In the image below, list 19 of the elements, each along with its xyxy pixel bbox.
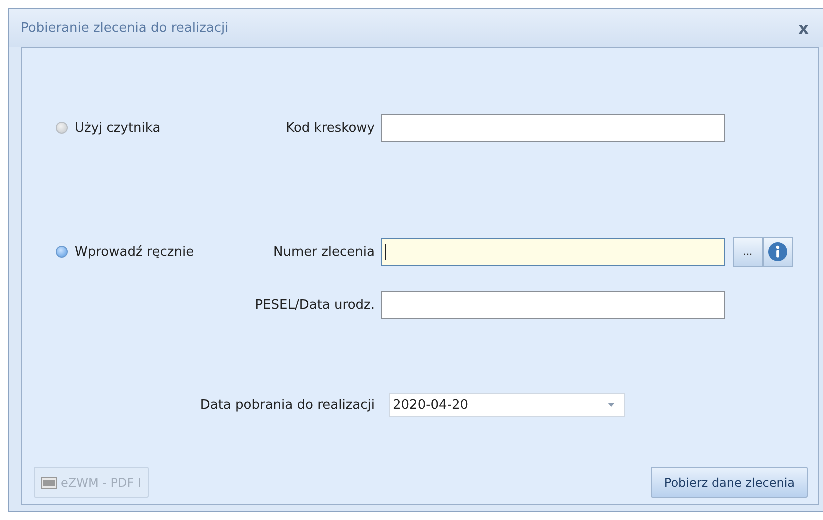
browse-button[interactable]: ... — [733, 237, 763, 267]
radio-button[interactable] — [56, 246, 68, 258]
fetch-button[interactable]: Pobierz dane zlecenia — [651, 467, 808, 498]
radio-label: Wprowadź ręcznie — [75, 244, 194, 260]
radio-button[interactable] — [56, 122, 68, 134]
field-label: Numer zlecenia — [274, 244, 375, 260]
radio-label: Użyj czytnika — [75, 120, 161, 136]
close-button[interactable]: x — [794, 18, 813, 38]
info-icon — [768, 242, 788, 262]
input-field[interactable] — [381, 114, 725, 142]
date-label: Data pobrania do realizacji — [200, 398, 375, 412]
field-label: Kod kreskowy — [286, 120, 375, 136]
dropdown-arrow-icon — [608, 403, 615, 407]
input-field[interactable] — [381, 238, 725, 266]
date-dropdown[interactable]: 2020-04-20 — [389, 393, 625, 417]
window-title: Pobieranie zlecenia do realizacji — [21, 20, 229, 36]
field-label: PESEL/Data urodz. — [255, 298, 375, 312]
input-field[interactable] — [381, 291, 725, 319]
info-button[interactable] — [763, 237, 793, 267]
